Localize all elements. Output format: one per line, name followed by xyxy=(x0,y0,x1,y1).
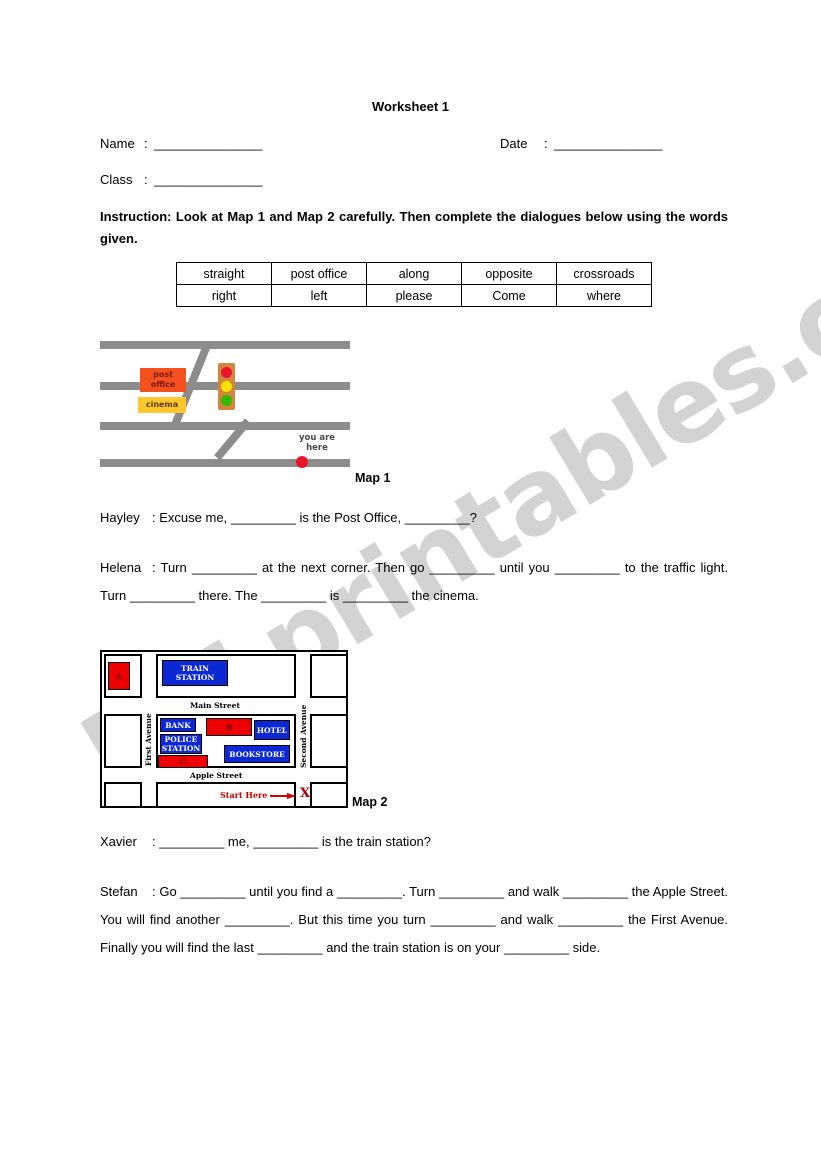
class-colon: : xyxy=(144,172,148,187)
dialogue-line: Hayley: Excuse me, _________ is the Post… xyxy=(100,504,728,532)
map2-building-c: C xyxy=(158,755,208,768)
map2-building-train-station: TRAIN STATION xyxy=(162,660,228,686)
speaker-colon: : xyxy=(152,510,156,525)
worksheet-page: Worksheet 1 Name: _______________ Date: __… xyxy=(0,0,821,1169)
map2-building-a: A xyxy=(108,662,130,690)
date-input-blank[interactable]: _______________ xyxy=(554,136,662,151)
dialogue-text[interactable]: Turn _________ at the next corner. Then … xyxy=(100,560,728,603)
map2-first-avenue-label: First Avenue xyxy=(144,713,153,766)
dialogue-line: Xavier: _________ me, _________ is the t… xyxy=(100,828,728,856)
dialogue-one: Hayley: Excuse me, _________ is the Post… xyxy=(100,504,728,610)
map2-block-top-right xyxy=(310,654,346,698)
map2-block-bottom-left xyxy=(104,782,142,806)
traffic-light-yellow-bulb xyxy=(221,381,232,392)
map2-block-middle-right xyxy=(310,714,346,768)
name-input-blank[interactable]: _______________ xyxy=(154,136,262,151)
map2-block-bottom-right xyxy=(310,782,346,806)
map2-apple-street-label: Apple Street xyxy=(190,771,243,780)
word-cell[interactable]: please xyxy=(366,284,462,307)
map1-location-marker-dot xyxy=(296,456,308,468)
class-field-row: Class: _______________ xyxy=(100,172,262,187)
word-cell[interactable]: Come xyxy=(461,284,557,307)
dialogue-two: Xavier: _________ me, _________ is the t… xyxy=(100,828,728,962)
traffic-light-green-bulb xyxy=(221,395,232,406)
speaker-name-hayley: Hayley xyxy=(100,510,140,525)
speaker-name-helena: Helena xyxy=(100,560,142,575)
map1-road-bottom xyxy=(100,459,350,467)
map2-building-bank: BANK xyxy=(160,718,196,732)
map1-caption: Map 1 xyxy=(355,471,391,485)
word-cell[interactable]: where xyxy=(556,284,652,307)
speaker-colon: : xyxy=(152,834,156,849)
map1-road-third xyxy=(100,422,350,430)
map2-building-b: B xyxy=(206,718,252,736)
date-field-row: Date: _______________ xyxy=(500,136,662,151)
word-cell[interactable]: along xyxy=(366,262,462,285)
map2-block-middle-left xyxy=(104,714,142,768)
name-field-row: Name: _______________ xyxy=(100,136,262,151)
map2-building-police-station: POLICE STATION xyxy=(160,734,202,754)
speaker-colon: : xyxy=(152,884,156,899)
word-bank-table: straight post office along opposite cros… xyxy=(176,262,652,307)
map1-post-office-building: post office xyxy=(140,368,186,392)
name-label: Name xyxy=(100,136,135,151)
map2-building-hotel: HOTEL xyxy=(254,720,290,740)
map2-canvas: Main Street Apple Street First Avenue Se… xyxy=(100,650,348,808)
page-title: Worksheet 1 xyxy=(371,99,450,114)
table-row: right left please Come where xyxy=(176,284,652,307)
map2-second-avenue-label: Second Avenue xyxy=(299,704,308,768)
map2-image: Main Street Apple Street First Avenue Se… xyxy=(100,650,348,808)
map1-you-are-here-label: you are here xyxy=(298,433,336,453)
dialogue-text[interactable]: Go _________ until you find a _________.… xyxy=(100,884,728,955)
dialogue-line: Stefan: Go _________ until you find a __… xyxy=(100,878,728,962)
word-cell[interactable]: right xyxy=(176,284,272,307)
name-colon: : xyxy=(144,136,148,151)
traffic-light-icon xyxy=(218,363,235,410)
speaker-colon: : xyxy=(152,560,156,575)
date-label: Date xyxy=(500,136,528,151)
word-cell[interactable]: straight xyxy=(176,262,272,285)
speaker-name-xavier: Xavier xyxy=(100,834,137,849)
instruction-text: Instruction: Look at Map 1 and Map 2 car… xyxy=(100,209,728,246)
dialogue-line: Helena: Turn _________ at the next corne… xyxy=(100,554,728,610)
word-cell[interactable]: crossroads xyxy=(556,262,652,285)
map2-caption: Map 2 xyxy=(352,795,388,809)
class-input-blank[interactable]: _______________ xyxy=(154,172,262,187)
speaker-name-stefan: Stefan xyxy=(100,884,138,899)
map1-canvas: post office cinema you are here xyxy=(100,337,350,470)
map2-x-marker: X xyxy=(300,786,311,801)
map2-building-bookstore: BOOKSTORE xyxy=(224,745,290,763)
dialogue-text[interactable]: Excuse me, _________ is the Post Office,… xyxy=(159,510,477,525)
word-cell[interactable]: post office xyxy=(271,262,367,285)
date-colon: : xyxy=(544,136,548,151)
word-cell[interactable]: left xyxy=(271,284,367,307)
class-label: Class xyxy=(100,172,133,187)
traffic-light-red-bulb xyxy=(221,367,232,378)
map1-cinema-building: cinema xyxy=(138,397,186,413)
table-row: straight post office along opposite cros… xyxy=(176,262,652,285)
map1-road-top xyxy=(100,341,350,349)
dialogue-text[interactable]: _________ me, _________ is the train sta… xyxy=(159,834,431,849)
word-cell[interactable]: opposite xyxy=(461,262,557,285)
map2-main-street-label: Main Street xyxy=(190,701,240,710)
map2-start-here-label: Start Here xyxy=(220,790,268,800)
map1-image: post office cinema you are here xyxy=(100,337,350,470)
arrow-right-icon xyxy=(270,793,296,799)
